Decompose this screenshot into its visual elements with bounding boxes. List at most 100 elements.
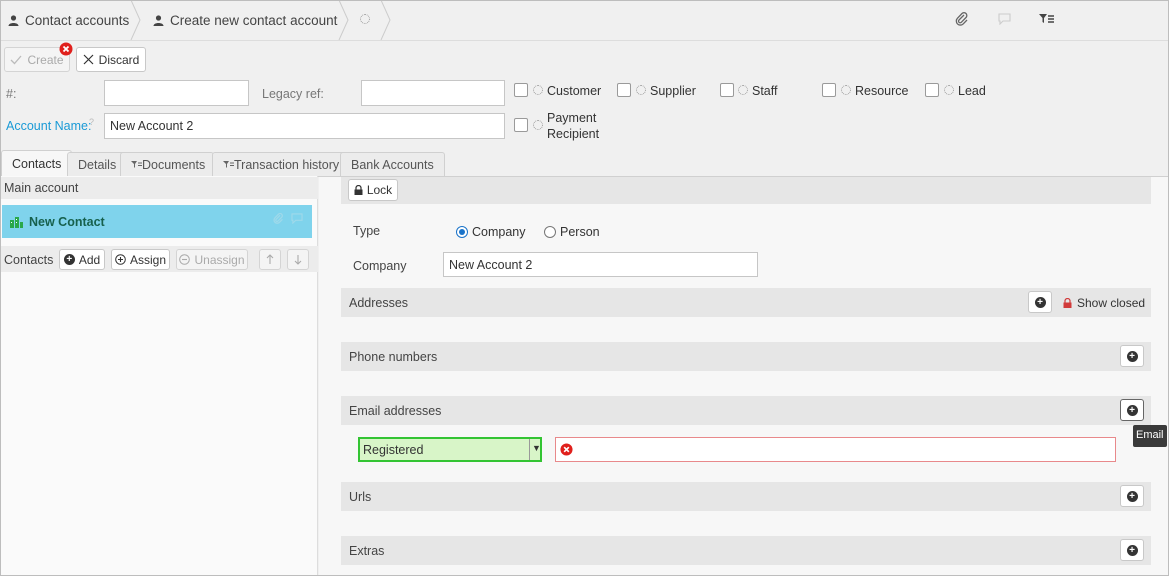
breadcrumb-separator — [380, 0, 392, 41]
main-account-header: Main account — [1, 177, 318, 199]
email-type-select[interactable]: Registered — [358, 437, 542, 462]
breadcrumb-separator — [130, 0, 142, 41]
resource-label: Resource — [855, 84, 909, 98]
loading-spinner-icon — [944, 85, 954, 95]
legacy-ref-field[interactable] — [361, 80, 505, 106]
number-label: #: — [6, 87, 17, 101]
type-label: Type — [353, 224, 381, 238]
breadcrumb-item-contact-accounts[interactable]: Contact accounts — [8, 0, 129, 40]
number-field[interactable] — [104, 80, 249, 106]
discard-button[interactable]: Discard — [76, 47, 146, 72]
lock-icon — [354, 185, 363, 195]
comment-icon[interactable] — [998, 13, 1011, 28]
paperclip-icon[interactable] — [273, 212, 284, 227]
contact-row-new-contact[interactable]: New Contact — [2, 205, 312, 238]
unassign-label: Unassign — [194, 252, 245, 267]
extras-section: Extras — [341, 536, 1151, 565]
paperclip-icon[interactable] — [955, 12, 969, 29]
urls-section: Urls — [341, 482, 1151, 511]
show-closed-label: Show closed — [1077, 296, 1146, 310]
loading-spinner-icon — [533, 120, 543, 130]
loading-spinner-icon — [533, 85, 543, 95]
email-addresses-section: Email addresses — [341, 396, 1151, 425]
show-closed-toggle[interactable]: Show closed — [1063, 296, 1145, 310]
minus-circle-icon — [179, 254, 191, 265]
company-field[interactable]: New Account 2 — [443, 252, 758, 277]
plus-circle-icon: + — [1126, 350, 1138, 362]
close-icon — [83, 54, 94, 65]
type-person-radio[interactable] — [544, 226, 556, 238]
breadcrumb-separator — [338, 0, 350, 41]
main-account-label: Main account — [4, 181, 79, 195]
email-address-field[interactable] — [555, 437, 1116, 462]
tab-transaction-history[interactable]: Transaction history — [212, 152, 353, 176]
breadcrumb-label: Create new contact account — [170, 12, 338, 28]
payment-recipient-label-line2: Recipient — [547, 127, 600, 141]
add-address-button[interactable]: + — [1028, 291, 1052, 313]
add-phone-button[interactable]: + — [1120, 345, 1144, 367]
unassign-contact-button[interactable]: Unassign — [176, 249, 248, 270]
plus-circle-icon: + — [1126, 544, 1138, 556]
tab-label: Details — [78, 157, 117, 172]
lead-checkbox[interactable] — [925, 83, 939, 97]
move-down-button[interactable] — [287, 249, 309, 270]
lock-bar — [341, 177, 1151, 204]
add-label: Add — [78, 252, 101, 267]
loading-spinner-icon — [636, 85, 646, 95]
add-extra-button[interactable]: + — [1120, 539, 1144, 561]
error-badge-icon — [59, 42, 73, 56]
resource-checkbox[interactable] — [822, 83, 836, 97]
plus-circle-outline-icon — [115, 254, 126, 265]
lock-label: Lock — [366, 183, 393, 197]
payment-recipient-label-line1: Payment — [547, 111, 597, 125]
assign-contact-button[interactable]: Assign — [111, 249, 170, 270]
move-up-button[interactable] — [259, 249, 281, 270]
tab-label: Contacts — [12, 156, 62, 171]
filter-icon — [223, 160, 234, 168]
breadcrumb-label: Contact accounts — [25, 12, 130, 28]
discard-button-label: Discard — [98, 52, 140, 67]
supplier-checkbox[interactable] — [617, 83, 631, 97]
filter-list-icon[interactable] — [1039, 13, 1054, 28]
add-url-button[interactable]: + — [1120, 485, 1144, 507]
tab-bank-accounts[interactable]: Bank Accounts — [340, 152, 445, 176]
tab-details[interactable]: Details — [67, 152, 128, 176]
filter-icon — [131, 160, 142, 168]
account-name-field[interactable]: New Account 2 — [104, 113, 505, 139]
urls-label: Urls — [349, 489, 372, 504]
help-hint[interactable]: ? — [89, 117, 94, 127]
email-addresses-label: Email addresses — [349, 403, 442, 418]
select-divider — [529, 439, 530, 460]
type-company-radio[interactable] — [456, 226, 468, 238]
contacts-label: Contacts — [4, 253, 54, 267]
breadcrumb-item-create-new[interactable]: Create new contact account — [153, 0, 337, 40]
arrow-up-icon — [266, 254, 274, 264]
comment-icon[interactable] — [291, 213, 303, 227]
addresses-label: Addresses — [349, 295, 409, 310]
customer-checkbox[interactable] — [514, 83, 528, 97]
plus-circle-icon: + — [1126, 490, 1138, 502]
account-name-label: Account Name: — [6, 119, 92, 133]
add-contact-button[interactable]: + Add — [59, 249, 105, 270]
tab-label: Documents — [142, 157, 206, 172]
legacy-ref-label: Legacy ref: — [262, 87, 324, 101]
staff-checkbox[interactable] — [720, 83, 734, 97]
type-person-label: Person — [560, 225, 600, 239]
error-icon — [560, 443, 573, 459]
tab-contacts[interactable]: Contacts — [1, 150, 73, 176]
add-email-button[interactable]: + — [1120, 399, 1144, 421]
lock-button[interactable]: Lock — [348, 179, 398, 201]
lock-icon — [1063, 298, 1072, 308]
tab-documents[interactable]: Documents — [120, 152, 215, 176]
supplier-label: Supplier — [650, 84, 696, 98]
dropdown-arrow-icon[interactable]: ▼ — [532, 443, 541, 453]
arrow-down-icon — [294, 255, 302, 265]
email-tooltip: Email — [1133, 425, 1167, 447]
type-company-label: Company — [472, 225, 526, 239]
tab-label: Transaction history — [234, 157, 340, 172]
check-icon — [11, 55, 22, 64]
payment-recipient-checkbox[interactable] — [514, 118, 528, 132]
tab-label: Bank Accounts — [351, 157, 434, 172]
phone-numbers-label: Phone numbers — [349, 349, 438, 364]
person-icon — [8, 14, 19, 26]
